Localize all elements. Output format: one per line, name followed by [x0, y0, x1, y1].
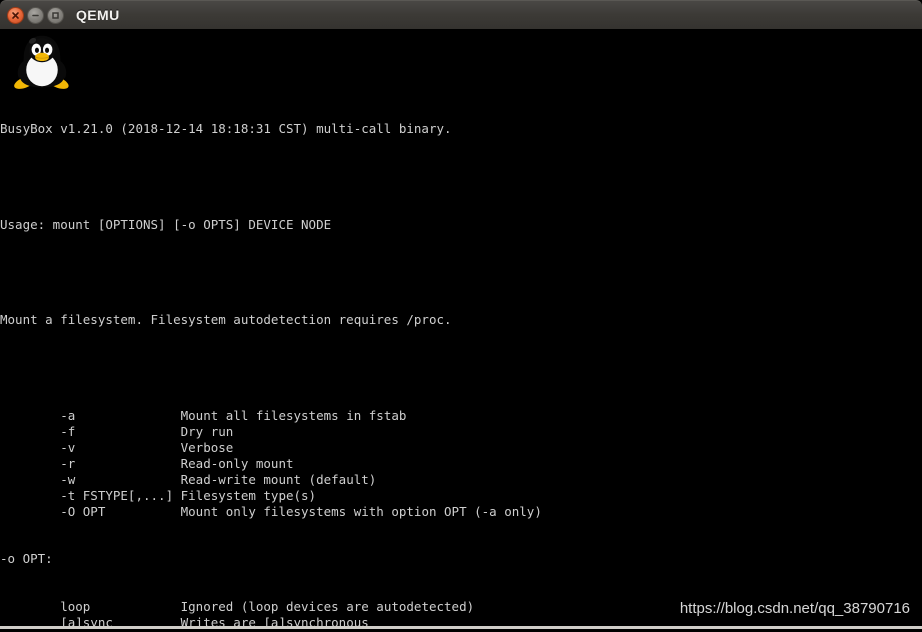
description-line: Mount a filesystem. Filesystem autodetec… — [0, 312, 922, 328]
maximize-button[interactable] — [47, 7, 64, 24]
opt-flag-name: loop — [0, 599, 181, 614]
option-row: -t FSTYPE[,...] Filesystem type(s) — [0, 488, 922, 504]
window-bottom-border — [0, 626, 922, 629]
minimize-icon — [31, 11, 40, 20]
option-flag: -v — [0, 440, 181, 455]
close-button[interactable] — [7, 7, 24, 24]
option-description: Read-write mount (default) — [181, 472, 377, 487]
minimize-button[interactable] — [27, 7, 44, 24]
option-flag: -O OPT — [0, 504, 181, 519]
option-description: Filesystem type(s) — [181, 488, 316, 503]
options-list: -a Mount all filesystems in fstab -f Dry… — [0, 408, 922, 520]
option-row: -a Mount all filesystems in fstab — [0, 408, 922, 424]
option-row: -O OPT Mount only filesystems with optio… — [0, 504, 922, 520]
usage-line: Usage: mount [OPTIONS] [-o OPTS] DEVICE … — [0, 217, 922, 233]
option-flag: -f — [0, 424, 181, 439]
window-controls — [7, 7, 64, 24]
console-output: BusyBox v1.21.0 (2018-12-14 18:18:31 CST… — [0, 29, 922, 629]
option-flag: -t FSTYPE[,...] — [0, 488, 181, 503]
watermark-text: https://blog.csdn.net/qq_38790716 — [680, 600, 910, 617]
option-description: Mount only filesystems with option OPT (… — [181, 504, 542, 519]
option-description: Dry run — [181, 424, 234, 439]
option-description: Mount all filesystems in fstab — [181, 408, 407, 423]
terminal-screen[interactable]: BusyBox v1.21.0 (2018-12-14 18:18:31 CST… — [0, 29, 922, 629]
window-titlebar[interactable]: QEMU — [0, 0, 922, 29]
opt-flag-description: Ignored (loop devices are autodetected) — [181, 599, 475, 614]
option-row: -v Verbose — [0, 440, 922, 456]
option-flag: -r — [0, 456, 181, 471]
close-icon — [11, 11, 20, 20]
option-description: Read-only mount — [181, 456, 294, 471]
qemu-window: QEMU — [0, 0, 922, 632]
option-row: -r Read-only mount — [0, 456, 922, 472]
busybox-banner: BusyBox v1.21.0 (2018-12-14 18:18:31 CST… — [0, 121, 922, 137]
option-flag: -a — [0, 408, 181, 423]
window-title: QEMU — [76, 7, 120, 23]
option-flag: -w — [0, 472, 181, 487]
opt-section-header: -o OPT: — [0, 551, 922, 567]
option-description: Verbose — [181, 440, 234, 455]
option-row: -f Dry run — [0, 424, 922, 440]
maximize-icon — [51, 11, 60, 20]
option-row: -w Read-write mount (default) — [0, 472, 922, 488]
